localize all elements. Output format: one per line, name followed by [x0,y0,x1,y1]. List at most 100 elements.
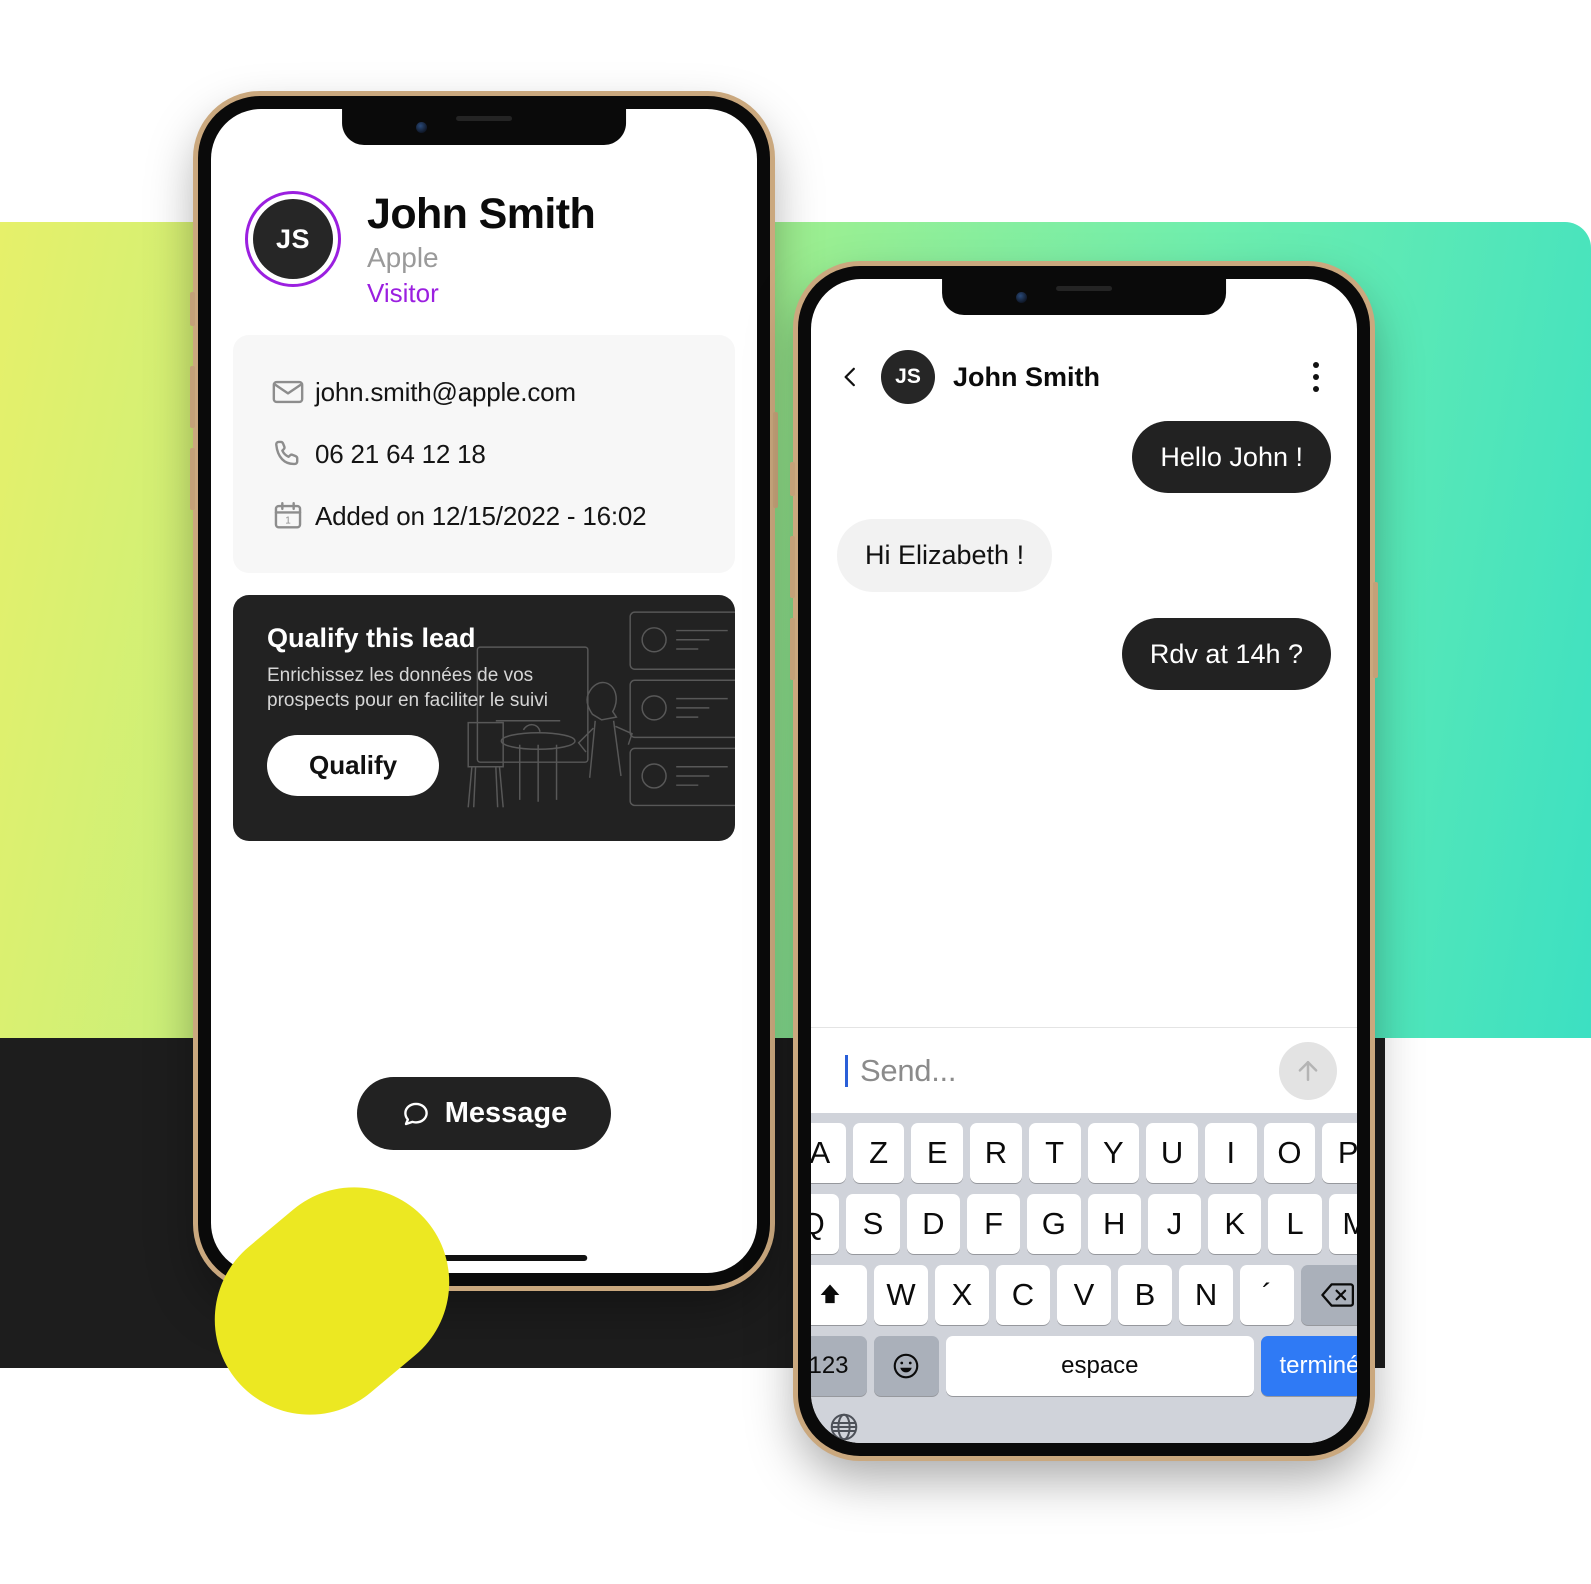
phone2-silent-switch[interactable] [790,462,795,496]
message-button[interactable]: Message [356,1077,612,1150]
key-space[interactable]: espace [945,1336,1254,1396]
send-button[interactable] [1279,1041,1337,1100]
contact-detail-view: JS John Smith Apple Visitor john.smith@a… [211,109,757,1273]
phone1-notch [342,109,626,145]
keyboard-bottom-row [814,1407,1354,1443]
phone-icon [271,437,315,471]
key-acute-accent[interactable]: ´ [1240,1265,1295,1325]
key-q[interactable]: Q [811,1194,840,1254]
contact-phone-value: 06 21 64 12 18 [315,438,486,469]
key-y[interactable]: Y [1087,1123,1140,1183]
phone2-power-button[interactable] [1373,582,1378,678]
key-r[interactable]: R [970,1123,1022,1183]
phone1-volume-down-button[interactable] [190,448,195,510]
key-w[interactable]: W [873,1265,928,1325]
key-g[interactable]: G [1027,1194,1081,1254]
phone-device-contact-detail: JS John Smith Apple Visitor john.smith@a… [190,96,778,1286]
key-i[interactable]: I [1204,1123,1257,1183]
qualify-lead-card: Qualify this lead Enrichissez les donnée… [233,595,735,842]
earpiece-speaker-icon [456,116,512,121]
key-d[interactable]: D [906,1194,960,1254]
avatar: JS [253,199,333,279]
avatar: JS [881,350,935,404]
virtual-keyboard[interactable]: A Z E R T Y U I O P Q S D F G H J K L M … [811,1113,1357,1443]
chat-contact-name: John Smith [953,361,1100,392]
chat-message-list: Hello John ! Hi Elizabeth ! Rdv at 14h ? [811,403,1357,1027]
message-button-wrap: Message [211,1077,757,1150]
chat-input-bar[interactable]: Send... [811,1027,1357,1113]
key-p[interactable]: P [1322,1123,1357,1183]
key-f[interactable]: F [966,1194,1021,1254]
status-badge: Visitor [367,277,439,308]
contact-info-card: john.smith@apple.com 06 21 64 12 18 1 Ad… [233,335,735,574]
contact-header: JS John Smith Apple Visitor [211,169,757,317]
key-k[interactable]: K [1208,1194,1262,1254]
chat-bubble-incoming: Hi Elizabeth ! [837,519,1053,592]
key-n[interactable]: N [1179,1265,1234,1325]
emoji-icon[interactable] [874,1336,939,1396]
message-button-label: Message [444,1097,568,1129]
contact-info-row-phone[interactable]: 06 21 64 12 18 [243,423,725,485]
chat-view: JS John Smith Hello John ! Hi Elizabeth … [811,279,1357,1443]
background-right-mask [1385,1038,1591,1368]
front-camera-icon [1015,292,1027,303]
key-done[interactable]: terminé [1260,1336,1357,1396]
key-x[interactable]: X [934,1265,989,1325]
qualify-card-body: Qualify this lead Enrichissez les donnée… [233,595,564,797]
chevron-left-icon[interactable] [837,360,863,394]
key-j[interactable]: J [1147,1194,1202,1254]
contact-company: Apple [367,241,439,273]
backspace-icon[interactable] [1301,1265,1357,1325]
qualify-card-title: Qualify this lead [267,623,476,654]
phone1-screen: JS John Smith Apple Visitor john.smith@a… [211,109,757,1273]
mail-icon [271,375,315,409]
front-camera-icon [415,122,427,133]
arrow-up-icon [1293,1056,1323,1086]
key-numbers[interactable]: 123 [811,1336,868,1396]
chat-bubble-icon [401,1099,431,1129]
contact-added-value: Added on 12/15/2022 - 16:02 [315,500,647,531]
kebab-menu-icon[interactable] [1301,362,1331,392]
svg-text:1: 1 [285,516,291,527]
shift-icon[interactable] [811,1265,867,1325]
key-l[interactable]: L [1268,1194,1322,1254]
key-b[interactable]: B [1118,1265,1173,1325]
key-s[interactable]: S [846,1194,900,1254]
contact-info-row-added: 1 Added on 12/15/2022 - 16:02 [243,485,725,547]
chat-bubble-outgoing: Hello John ! [1132,421,1331,494]
text-cursor [845,1054,848,1087]
qualify-card-subtitle: Enrichissez les données de vos prospects… [267,665,548,712]
key-a[interactable]: A [811,1123,846,1183]
key-o[interactable]: O [1263,1123,1316,1183]
phone2-notch [942,279,1226,315]
qualify-button[interactable]: Qualify [267,735,440,797]
phone1-silent-switch[interactable] [190,292,195,326]
contact-info-row-email[interactable]: john.smith@apple.com [243,361,725,423]
phone1-power-button[interactable] [773,412,778,508]
contact-name-block: John Smith Apple Visitor [367,191,596,308]
globe-icon[interactable] [828,1411,860,1443]
avatar-ring: JS [245,191,341,287]
key-m[interactable]: M [1328,1194,1357,1254]
message-input[interactable]: Send... [860,1053,1267,1089]
contact-email-value: john.smith@apple.com [315,376,576,407]
key-t[interactable]: T [1028,1123,1081,1183]
phone-device-chat: JS John Smith Hello John ! Hi Elizabeth … [790,266,1378,1456]
screenshot-stage: JS John Smith Apple Visitor john.smith@a… [0,0,1591,1584]
key-z[interactable]: Z [852,1123,905,1183]
phone2-volume-up-button[interactable] [790,536,795,598]
key-e[interactable]: E [911,1123,964,1183]
keyboard-row-4: 123 espace terminé [811,1336,1357,1396]
phone2-volume-down-button[interactable] [790,618,795,680]
key-v[interactable]: V [1056,1265,1111,1325]
phone1-volume-up-button[interactable] [190,366,195,428]
chat-bubble-outgoing: Rdv at 14h ? [1121,617,1331,691]
key-h[interactable]: H [1087,1194,1141,1254]
earpiece-speaker-icon [1056,286,1112,291]
keyboard-row-2: Q S D F G H J K L M [811,1194,1357,1254]
calendar-icon: 1 [271,499,315,533]
keyboard-row-3: W X C V B N ´ [811,1265,1357,1325]
key-c[interactable]: C [995,1265,1050,1325]
key-u[interactable]: U [1146,1123,1198,1183]
phone2-screen: JS John Smith Hello John ! Hi Elizabeth … [811,279,1357,1443]
